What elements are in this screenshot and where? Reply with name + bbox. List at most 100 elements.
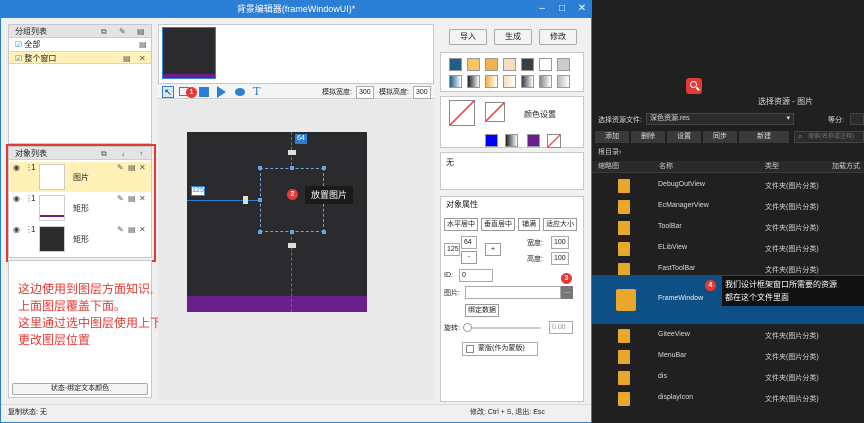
- resource-settings-button[interactable]: 设置: [667, 131, 701, 143]
- ratio-label: 等分:: [828, 117, 844, 124]
- gradient-swatch[interactable]: [503, 75, 516, 88]
- sim-width-input[interactable]: 300: [356, 86, 374, 99]
- resource-row[interactable]: ELibView 文件夹(图片分类): [592, 239, 864, 260]
- gradient-swatch[interactable]: [485, 75, 498, 88]
- drag-handle-top[interactable]: [288, 150, 296, 155]
- triangle-tool-icon[interactable]: [217, 86, 226, 98]
- resource-row[interactable]: displayIcon 文件夹(图片分类): [592, 389, 864, 410]
- resize-handle[interactable]: [258, 230, 262, 234]
- resource-title: 选择资源 - 图片: [758, 97, 814, 106]
- color-swatch-purple[interactable]: [527, 134, 540, 147]
- width-input[interactable]: 100: [551, 236, 569, 249]
- no-fill-icon[interactable]: [449, 100, 475, 126]
- no-color-icon[interactable]: [547, 134, 561, 148]
- browse-image-button[interactable]: …: [561, 286, 573, 299]
- rotate-slider-track[interactable]: [467, 327, 541, 329]
- color-swatch-gradient[interactable]: [505, 134, 518, 147]
- resource-delete-button[interactable]: 删除: [631, 131, 665, 143]
- annotation-badge-2: 2: [287, 189, 298, 200]
- bind-data-button[interactable]: 绑定数据: [465, 304, 499, 317]
- resource-new-button[interactable]: 新建: [739, 131, 789, 143]
- import-button[interactable]: 导入: [449, 29, 487, 45]
- color-swatch[interactable]: [449, 58, 462, 71]
- text-tool-icon[interactable]: T: [253, 85, 260, 98]
- resize-handle[interactable]: [258, 198, 262, 202]
- close-button[interactable]: ✕: [572, 0, 592, 18]
- search-app-icon[interactable]: [686, 78, 702, 94]
- x-increment-button[interactable]: +: [485, 243, 501, 256]
- color-swatch[interactable]: [503, 58, 516, 71]
- select-tool-icon[interactable]: ↖: [162, 86, 174, 98]
- rect-tool-icon[interactable]: [199, 87, 209, 97]
- minimize-button[interactable]: –: [532, 0, 552, 18]
- rotate-slider-thumb[interactable]: [463, 323, 472, 332]
- color-swatch-blue[interactable]: [485, 134, 498, 147]
- ellipse-tool-icon[interactable]: [235, 88, 245, 96]
- modify-button[interactable]: 修改: [539, 29, 577, 45]
- rotate-label: 旋转:: [444, 325, 460, 332]
- color-swatch[interactable]: [521, 58, 534, 71]
- resource-row[interactable]: EcManagerView 文件夹(图片分类): [592, 197, 864, 218]
- resource-file-select[interactable]: 深色资源.res ▾: [646, 113, 794, 125]
- state-thumbnail[interactable]: [162, 27, 216, 79]
- height-input[interactable]: 100: [551, 252, 569, 265]
- rotate-input[interactable]: 0.00: [549, 321, 573, 334]
- gradient-swatch[interactable]: [449, 75, 462, 88]
- generate-button[interactable]: 生成: [494, 29, 532, 45]
- gradient-swatch[interactable]: [467, 75, 480, 88]
- y-decrement-button[interactable]: -: [461, 251, 477, 264]
- clear-group-icon[interactable]: ▤: [137, 27, 145, 36]
- x-input[interactable]: 125: [444, 243, 460, 256]
- gradient-swatch[interactable]: [521, 75, 534, 88]
- col-load[interactable]: 加载方式: [832, 161, 860, 173]
- resource-name: FrameWindow: [658, 295, 704, 302]
- resource-breadcrumb[interactable]: 根目录›: [598, 147, 621, 159]
- resize-handle[interactable]: [322, 230, 326, 234]
- color-swatch[interactable]: [539, 58, 552, 71]
- y-input[interactable]: 64: [461, 236, 477, 249]
- resize-handle[interactable]: [322, 166, 326, 170]
- drag-handle-left[interactable]: [243, 196, 248, 204]
- add-group-icon[interactable]: ⧉: [101, 27, 107, 37]
- resource-row[interactable]: ToolBar 文件夹(图片分类): [592, 218, 864, 239]
- col-name[interactable]: 名称: [659, 161, 673, 173]
- resource-sync-button[interactable]: 同步: [703, 131, 737, 143]
- status-bind-text-color-button[interactable]: 状态-绑定文本颜色: [12, 383, 148, 395]
- color-swatch[interactable]: [485, 58, 498, 71]
- resize-handle[interactable]: [258, 166, 262, 170]
- gradient-swatch[interactable]: [557, 75, 570, 88]
- resource-row[interactable]: MenuBar 文件夹(图片分类): [592, 347, 864, 368]
- no-stroke-icon[interactable]: [485, 102, 505, 122]
- sim-height-input[interactable]: 300: [413, 86, 431, 99]
- resource-row[interactable]: DebugOutView 文件夹(图片分类): [592, 176, 864, 197]
- resource-search-input[interactable]: [808, 132, 863, 142]
- resource-type: 文件夹(图片分类): [765, 375, 819, 382]
- fit-button[interactable]: 适应大小: [543, 218, 577, 231]
- resize-handle[interactable]: [290, 230, 294, 234]
- drag-handle-bottom[interactable]: [288, 243, 296, 248]
- hcenter-button[interactable]: 水平居中: [444, 218, 478, 231]
- resize-handle[interactable]: [290, 166, 294, 170]
- maximize-button[interactable]: □: [552, 0, 572, 18]
- resource-type: 文件夹(图片分类): [765, 396, 819, 403]
- mask-checkbox[interactable]: [466, 345, 474, 353]
- vcenter-button[interactable]: 垂直居中: [481, 218, 515, 231]
- gradient-swatch[interactable]: [539, 75, 552, 88]
- fill-button[interactable]: 铺满: [518, 218, 540, 231]
- col-thumb[interactable]: 缩略图: [598, 161, 619, 173]
- group-item-window[interactable]: ☑ 整个窗口 ▤ ✕: [9, 51, 151, 64]
- resource-row[interactable]: dis 文件夹(图片分类): [592, 368, 864, 389]
- resource-search-box[interactable]: ⌕: [794, 131, 864, 143]
- resource-add-button[interactable]: 添加: [595, 131, 629, 143]
- resource-row[interactable]: GiteeView 文件夹(图片分类): [592, 326, 864, 347]
- group-item-all[interactable]: ☑ 全部 ▤: [9, 38, 151, 51]
- id-input[interactable]: 0: [459, 269, 493, 282]
- ratio-input[interactable]: [850, 113, 864, 125]
- group-item-label: 全部: [24, 40, 41, 49]
- delete-icon[interactable]: ✕: [139, 52, 146, 65]
- edit-group-icon[interactable]: ✎: [119, 27, 126, 36]
- image-input[interactable]: [465, 286, 561, 299]
- color-swatch[interactable]: [557, 58, 570, 71]
- col-type[interactable]: 类型: [765, 161, 779, 173]
- color-swatch[interactable]: [467, 58, 480, 71]
